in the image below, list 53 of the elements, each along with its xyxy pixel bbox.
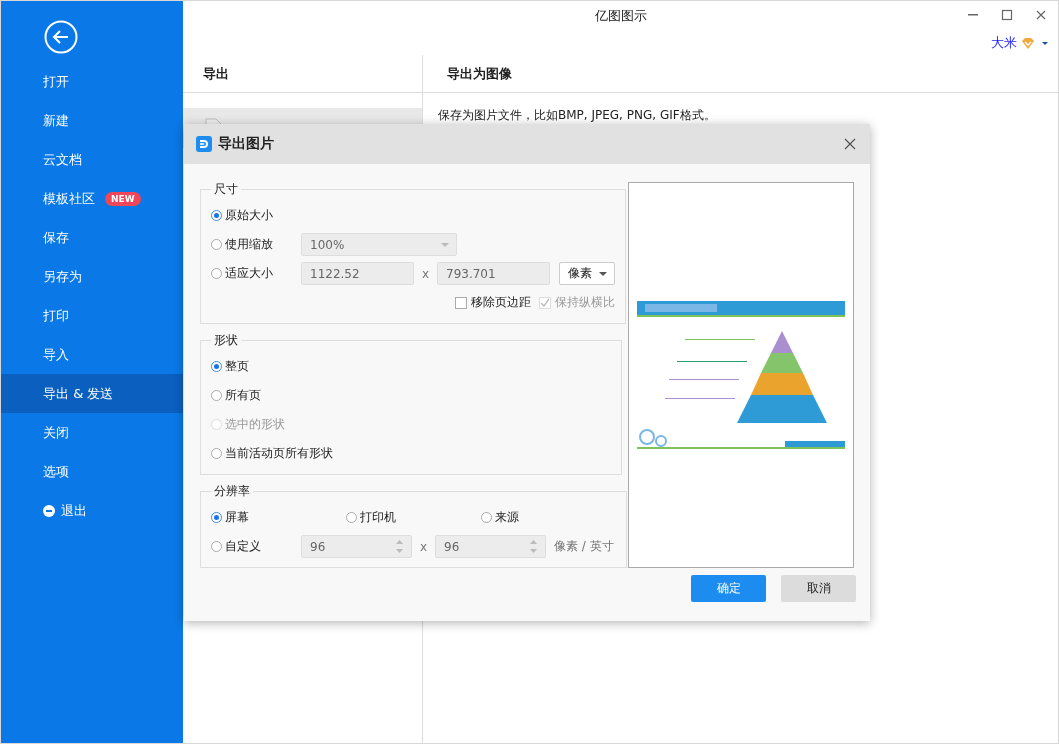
group-title: 形状 [213,332,239,349]
maximize-icon [1001,9,1013,21]
group-title: 分辨率 [213,483,251,500]
close-icon [1035,9,1047,21]
radio-option[interactable]: 来源 [481,509,616,526]
radio-option[interactable]: 原始大小 [211,207,301,224]
user-name[interactable]: 大米 [991,34,1017,52]
sidebar-item[interactable]: 新建 [1,101,183,140]
sidebar-item[interactable]: 导出 & 发送 [1,374,183,413]
window-title: 亿图图示 [594,7,647,25]
close-icon [844,138,856,150]
diamond-icon [1020,36,1036,50]
radio-option[interactable]: 使用缩放 [211,236,301,253]
sidebar-item[interactable]: 关闭 [1,413,183,452]
radio-option[interactable]: 适应大小 [211,265,301,282]
times-sign: x [420,266,431,281]
radio-option[interactable]: 整页 [211,358,301,375]
spinner-arrows-icon [529,540,538,553]
group-title: 尺寸 [213,181,239,198]
sidebar-item[interactable]: 导入 [1,335,183,374]
column-heading: 导出 [183,55,422,93]
radio-option[interactable]: 所有页 [211,387,301,404]
radio-option[interactable]: 打印机 [346,509,481,526]
radio-option[interactable]: 当前活动页所有形状 [211,445,333,462]
cancel-button[interactable]: 取消 [781,575,856,602]
ok-button[interactable]: 确定 [691,575,766,602]
app-logo-icon [196,136,212,152]
sidebar-item[interactable]: 选项 [1,452,183,491]
minimize-icon [968,14,978,16]
new-badge: NEW [105,191,141,206]
sidebar-item[interactable]: 保存 [1,218,183,257]
sidebar-item[interactable]: 打印 [1,296,183,335]
back-button[interactable] [44,20,78,54]
sidebar-item[interactable]: 另存为 [1,257,183,296]
sidebar-item[interactable]: 云文档 [1,140,183,179]
caret-icon [1042,41,1048,45]
spinner-arrows-icon [395,540,404,553]
dialog-title: 导出图片 [218,135,274,153]
caret-icon [441,242,449,247]
check-icon [540,298,550,307]
description-text: 保存为图片文件，比如BMP, JPEG, PNG, GIF格式。 [437,107,717,124]
caret-icon [599,271,607,276]
sidebar-item[interactable]: 模板社区 NEW [1,179,183,218]
radio-option[interactable]: 自定义 [211,538,301,555]
sidebar-item[interactable]: 退出 [1,491,183,530]
column-heading: 导出为图像 [423,55,1058,93]
checkbox-option[interactable]: 移除页边距 [455,294,531,311]
sidebar-item[interactable]: 打开 [1,62,183,101]
radio-option[interactable]: 屏幕 [211,509,346,526]
unit-label: 像素 / 英寸 [554,538,614,555]
dropdown[interactable]: 像素 [559,262,615,285]
minus-circle-icon [43,504,55,517]
times-sign: x [418,539,429,554]
